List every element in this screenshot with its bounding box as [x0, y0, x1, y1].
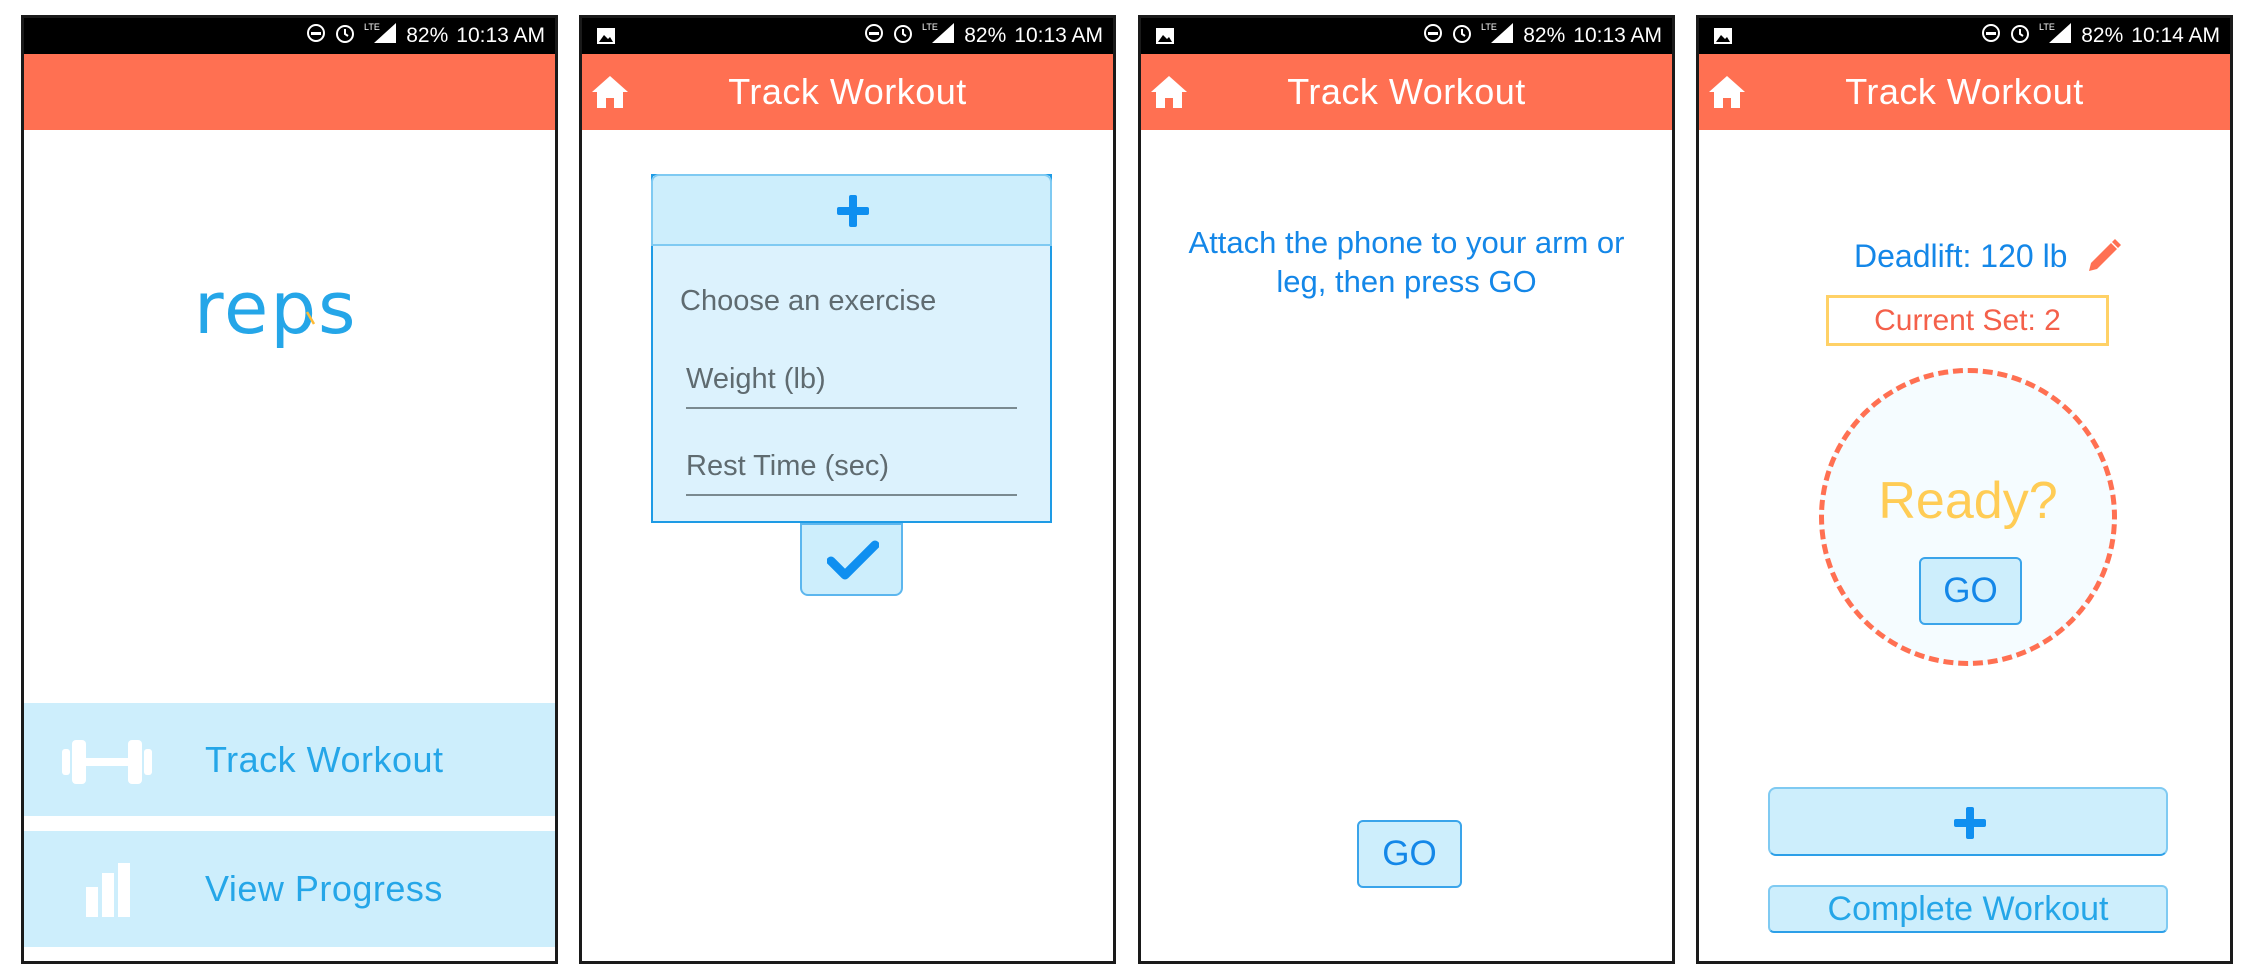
plus-icon	[835, 193, 871, 234]
clock-text: 10:13 AM	[1573, 24, 1662, 47]
add-exercise-form: Choose an exercise Weight (lb) Rest Time…	[651, 174, 1052, 523]
image-notification-icon	[596, 27, 616, 45]
battery-text: 82%	[406, 24, 449, 47]
ready-text: Ready?	[1878, 472, 2058, 530]
plus-icon	[1952, 805, 1988, 846]
lte-signal-icon: LTE	[922, 21, 956, 51]
clock-text: 10:13 AM	[456, 24, 545, 47]
lte-signal-icon: LTE	[364, 21, 398, 51]
add-set-button[interactable]	[1768, 787, 2168, 856]
page-title: Track Workout	[1287, 71, 1526, 112]
app-bar	[24, 54, 555, 130]
confirm-button[interactable]	[800, 523, 903, 596]
clock-text: 10:13 AM	[1014, 24, 1103, 47]
battery-text: 82%	[2081, 24, 2124, 47]
alarm-icon	[1451, 22, 1473, 50]
app-bar: Track Workout	[582, 54, 1113, 130]
svg-text:LTE: LTE	[1481, 22, 1497, 32]
do-not-disturb-icon	[864, 23, 884, 49]
edit-pencil-icon[interactable]	[2085, 237, 2123, 275]
ready-ring: Ready? GO	[1819, 368, 2117, 666]
view-progress-button[interactable]: View Progress	[24, 831, 555, 947]
image-notification-icon	[1713, 27, 1733, 45]
track-workout-button[interactable]: Track Workout	[24, 703, 555, 816]
do-not-disturb-icon	[306, 23, 326, 49]
battery-text: 82%	[1523, 24, 1566, 47]
bar-chart-icon	[84, 861, 134, 922]
weight-underline	[686, 407, 1017, 409]
do-not-disturb-icon	[1981, 23, 2001, 49]
status-bar: LTE 82% 10:13 AM	[1141, 18, 1672, 54]
svg-text:LTE: LTE	[2039, 22, 2055, 32]
instruction-text: Attach the phone to your arm or leg, the…	[1188, 225, 1625, 299]
exercise-summary: Deadlift: 120 lb	[1854, 238, 2068, 274]
complete-workout-button[interactable]: Complete Workout	[1768, 885, 2168, 933]
logo-text: reps	[194, 268, 358, 350]
current-set-badge: Current Set: 2	[1826, 295, 2109, 346]
screen-attach-phone: LTE 82% 10:13 AM Track Workout Attach th…	[1138, 15, 1675, 964]
page-title: Track Workout	[1845, 71, 2084, 112]
alarm-icon	[892, 22, 914, 50]
svg-text:LTE: LTE	[922, 22, 938, 32]
clock-text: 10:14 AM	[2131, 24, 2220, 47]
alarm-icon	[334, 22, 356, 50]
reps-logo: reps	[194, 266, 394, 378]
app-bar: Track Workout	[1141, 54, 1672, 130]
screen-add-exercise: LTE 82% 10:13 AM Track Workout Choose an…	[579, 15, 1116, 964]
screen-workout-session: LTE 82% 10:14 AM Track Workout Deadlift:…	[1696, 15, 2233, 964]
add-exercise-button[interactable]	[651, 174, 1052, 246]
dumbbell-icon	[60, 737, 154, 792]
go-button[interactable]: GO	[1357, 820, 1462, 888]
image-notification-icon	[1155, 27, 1175, 45]
go-button[interactable]: GO	[1919, 557, 2022, 625]
exercise-select[interactable]: Choose an exercise	[680, 285, 936, 318]
status-bar: LTE 82% 10:14 AM	[1699, 18, 2230, 54]
battery-text: 82%	[964, 24, 1007, 47]
screen-home: LTE 82% 10:13 AM reps Track Workout View…	[21, 15, 558, 964]
track-workout-label: Track Workout	[205, 738, 444, 780]
weight-input[interactable]: Weight (lb)	[686, 363, 826, 396]
rest-time-input[interactable]: Rest Time (sec)	[686, 450, 889, 483]
status-bar: LTE 82% 10:13 AM	[582, 18, 1113, 54]
view-progress-label: View Progress	[205, 868, 443, 909]
page-title: Track Workout	[728, 71, 967, 112]
lte-signal-icon: LTE	[2039, 21, 2073, 51]
status-bar: LTE 82% 10:13 AM	[24, 18, 555, 54]
checkmark-icon	[826, 539, 880, 586]
svg-text:LTE: LTE	[364, 22, 380, 32]
rest-time-underline	[686, 494, 1017, 496]
do-not-disturb-icon	[1423, 23, 1443, 49]
lte-signal-icon: LTE	[1481, 21, 1515, 51]
alarm-icon	[2009, 22, 2031, 50]
app-bar: Track Workout	[1699, 54, 2230, 130]
